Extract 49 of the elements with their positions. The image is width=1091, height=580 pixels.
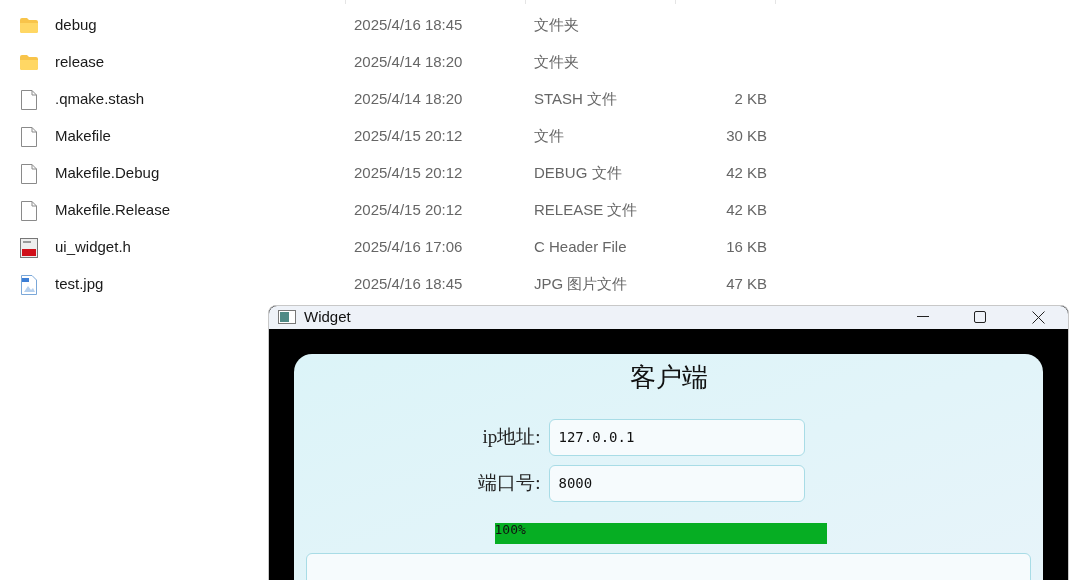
file-size: 2 KB: [734, 89, 767, 110]
file-type: RELEASE 文件: [534, 200, 639, 221]
date-modified: 2025/4/16 17:06: [354, 237, 464, 258]
file-name[interactable]: Makefile: [55, 125, 354, 148]
file-type: DEBUG 文件: [534, 163, 623, 184]
document-icon: [21, 89, 37, 110]
input-field[interactable]: 127.0.0.1: [548, 418, 805, 456]
date-modified: 2025/4/14 18:20: [354, 89, 464, 110]
field-label: 端口号:: [477, 470, 542, 495]
date-modified: 2025/4/15 20:12: [354, 163, 464, 184]
file-name[interactable]: Makefile.Debug: [55, 162, 354, 185]
panel-heading: 客户端: [629, 361, 708, 394]
progress-reading: 100%: [494, 522, 526, 537]
file-name[interactable]: ui_widget.h: [55, 236, 354, 259]
app-icon: [278, 310, 296, 325]
file-size: 42 KB: [726, 200, 767, 221]
file-name[interactable]: release: [55, 51, 354, 74]
file-name[interactable]: test.jpg: [55, 273, 354, 296]
folder-icon: [20, 55, 38, 70]
file-type: STASH 文件: [534, 89, 619, 110]
file-type: C Header File: [534, 237, 628, 258]
folder-icon: [20, 18, 38, 33]
maximize-icon: [973, 311, 986, 324]
file-type: 文件夹: [534, 15, 580, 36]
file-name[interactable]: Makefile.Release: [55, 199, 354, 222]
date-modified: 2025/4/14 18:20: [354, 52, 464, 73]
file-name[interactable]: .qmake.stash: [55, 88, 354, 111]
input-field[interactable]: 8000: [548, 464, 805, 502]
date-modified: 2025/4/16 18:45: [354, 274, 464, 295]
date-modified: 2025/4/15 20:12: [354, 200, 464, 221]
file-size: 47 KB: [726, 274, 767, 295]
header-file-icon: [20, 237, 38, 258]
file-size: 30 KB: [726, 126, 767, 147]
file-type: 文件: [534, 126, 565, 147]
image-file-icon: [21, 274, 37, 295]
date-modified: 2025/4/16 18:45: [354, 15, 464, 36]
date-modified: 2025/4/15 20:12: [354, 126, 464, 147]
file-size: 42 KB: [726, 163, 767, 184]
field-label: ip地址:: [481, 424, 542, 449]
file-name[interactable]: debug: [55, 14, 354, 37]
document-icon: [21, 200, 37, 221]
window-title: Widget: [304, 307, 351, 327]
file-type: JPG 图片文件: [534, 274, 629, 295]
minimize-icon: [916, 316, 929, 319]
document-icon: [21, 163, 37, 184]
file-type: 文件夹: [534, 52, 580, 73]
file-size: 16 KB: [726, 237, 767, 258]
close-icon: [1031, 310, 1045, 324]
document-icon: [21, 126, 37, 147]
